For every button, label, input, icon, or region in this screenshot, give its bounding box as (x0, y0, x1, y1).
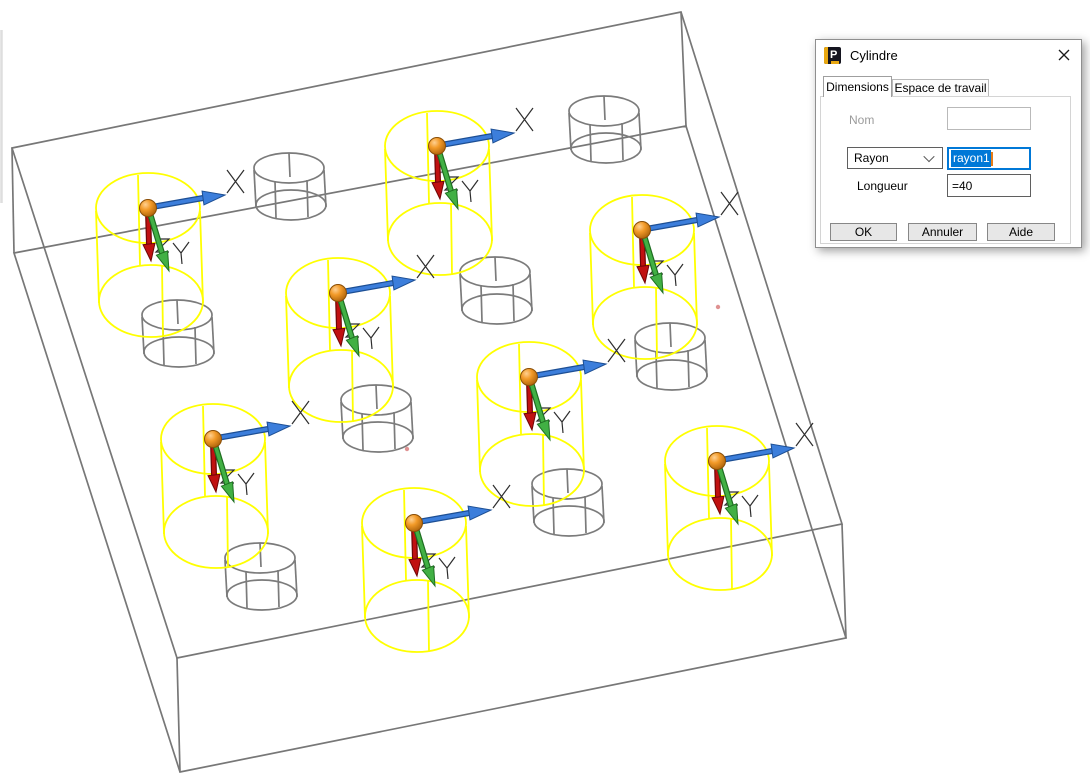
hole-ring[interactable] (142, 300, 214, 367)
sketch-point-mark (716, 305, 720, 309)
aide-button[interactable]: Aide (987, 223, 1055, 241)
origin-ball[interactable] (406, 515, 423, 532)
tab-dimensions[interactable]: Dimensions (823, 76, 892, 97)
text-caret (991, 152, 993, 166)
param-select-value: Rayon (854, 151, 889, 165)
origin-ball[interactable] (634, 222, 651, 239)
y-axis-label (238, 473, 254, 495)
x-axis-label (796, 423, 813, 446)
placement-triad[interactable] (140, 170, 245, 271)
y-axis-label (554, 411, 570, 433)
origin-ball[interactable] (709, 453, 726, 470)
placement-triad[interactable] (205, 401, 310, 502)
close-button[interactable] (1053, 44, 1075, 66)
placement-triad[interactable] (330, 255, 435, 356)
nom-input[interactable] (947, 107, 1031, 130)
tab-panel: Nom Rayon rayon1 Longueur =40 OK Annuler… (820, 96, 1071, 244)
hole-ring[interactable] (635, 323, 707, 390)
origin-ball[interactable] (205, 431, 222, 448)
nom-label: Nom (849, 113, 874, 127)
chevron-down-icon (923, 151, 934, 162)
inventor-app-icon: P (824, 47, 841, 64)
y-axis-label (462, 180, 478, 202)
selected-text: rayon1 (951, 150, 991, 167)
application-window: P Cylindre Dimensions Espace de travail … (0, 0, 1090, 784)
longueur-input-value: =40 (952, 179, 972, 193)
placement-triad[interactable] (521, 339, 626, 440)
y-axis-label (363, 327, 379, 349)
tab-espace-de-travail[interactable]: Espace de travail (892, 79, 989, 97)
hole-ring[interactable] (254, 153, 326, 220)
y-axis-label (742, 495, 758, 517)
hole-ring[interactable] (569, 96, 641, 163)
placement-triad[interactable] (406, 485, 511, 586)
sketch-point-mark (405, 447, 409, 451)
origin-ball[interactable] (429, 138, 446, 155)
icon-letter: P (830, 49, 837, 62)
origin-ball[interactable] (140, 200, 157, 217)
placement-triad[interactable] (709, 423, 814, 524)
x-axis-label (516, 108, 533, 131)
close-icon (1058, 49, 1070, 61)
ok-button[interactable]: OK (830, 223, 897, 241)
origin-ball[interactable] (330, 285, 347, 302)
base-plate[interactable] (12, 12, 846, 772)
longueur-input[interactable]: =40 (947, 174, 1031, 197)
x-axis-label (227, 170, 244, 193)
y-axis-label (667, 264, 683, 286)
x-axis-label (721, 192, 738, 215)
icon-gold-stripe (824, 47, 828, 64)
param-value-input[interactable]: rayon1 (947, 147, 1031, 170)
dialog-title: Cylindre (850, 48, 898, 63)
longueur-label: Longueur (857, 179, 908, 193)
origin-ball[interactable] (521, 369, 538, 386)
hole-ring[interactable] (225, 543, 297, 610)
param-select[interactable]: Rayon (847, 147, 943, 169)
y-axis-label (173, 242, 189, 264)
dialog-titlebar[interactable]: P Cylindre (816, 40, 1081, 70)
cylindre-dialog: P Cylindre Dimensions Espace de travail … (815, 39, 1082, 248)
annuler-button[interactable]: Annuler (908, 223, 977, 241)
y-axis-label (439, 557, 455, 579)
